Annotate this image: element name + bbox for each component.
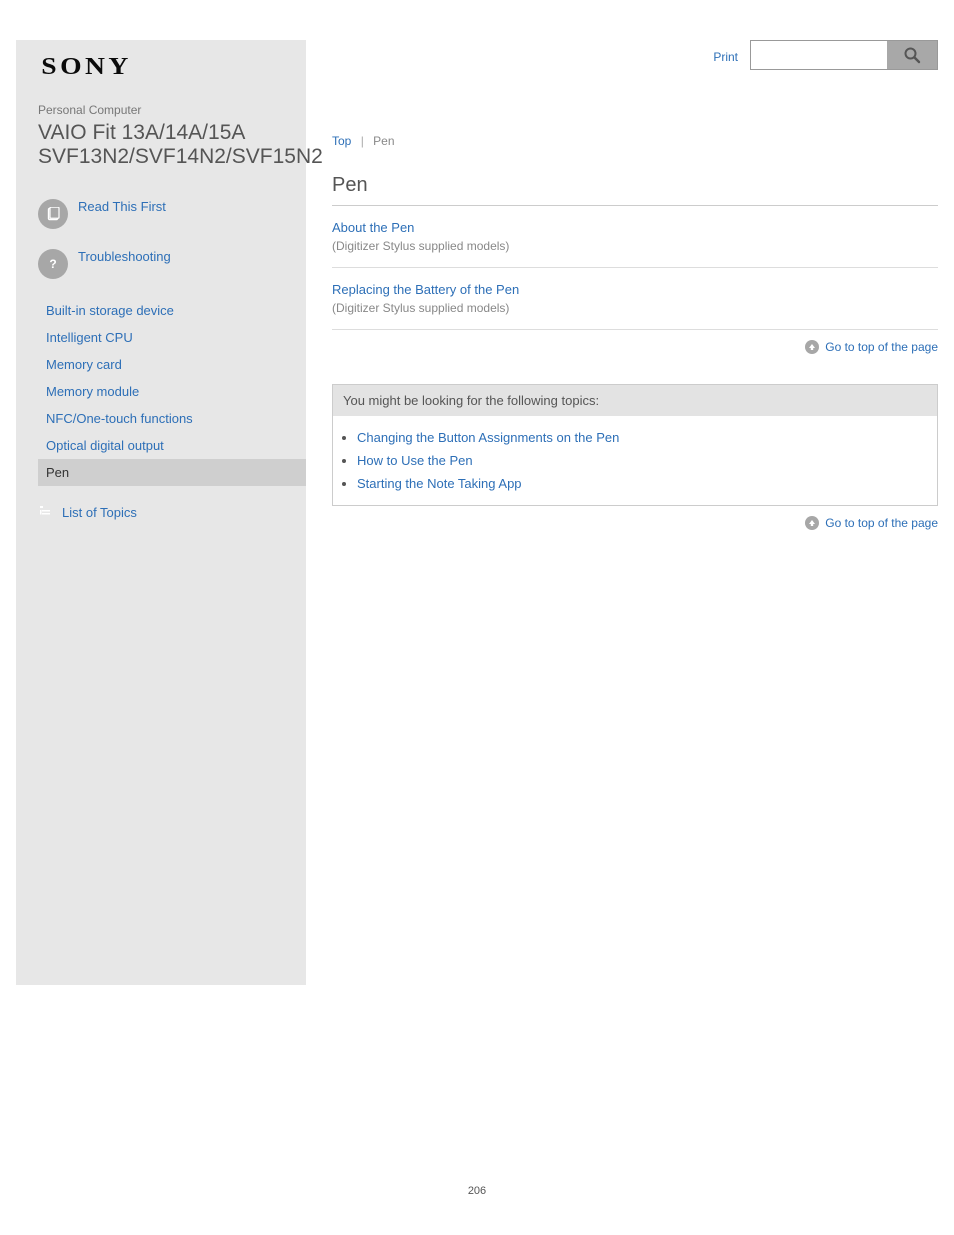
related-item: Changing the Button Assignments on the P… [357,426,913,449]
list-icon [38,504,52,521]
go-top-link[interactable]: Go to top of the page [805,516,938,530]
search-icon [903,46,921,64]
page-number: 206 [16,985,938,1227]
search-input[interactable] [751,41,887,69]
sidebar-contents[interactable]: List of Topics [16,486,306,539]
sidebar: SONY Personal Computer VAIO Fit 13A/14A/… [16,40,306,985]
sidebar-sub-item-active[interactable]: Pen [38,459,306,486]
product-category: Personal Computer [38,103,284,117]
topic-item: Replacing the Battery of the Pen (Digiti… [332,268,938,330]
go-top-link[interactable]: Go to top of the page [805,340,938,354]
go-top-row: Go to top of the page [332,330,938,358]
go-top-label: Go to top of the page [825,340,938,354]
sidebar-sub-item[interactable]: Built-in storage device [38,297,306,324]
breadcrumb-top[interactable]: Top [332,134,351,148]
print-link[interactable]: Print [713,50,738,64]
sidebar-nav: Read This First ? Troubleshooting [16,179,306,289]
breadcrumb: Top | Pen [332,134,938,148]
topbar: Print [332,40,938,78]
page-title: Pen [332,174,938,206]
product-block: Personal Computer VAIO Fit 13A/14A/15A S… [16,81,306,179]
go-top-row: Go to top of the page [332,506,938,534]
related-link[interactable]: How to Use the Pen [357,453,473,468]
product-model: VAIO Fit 13A/14A/15A SVF13N2/SVF14N2/SVF… [38,121,284,169]
related-topics-box: You might be looking for the following t… [332,384,938,506]
question-icon: ? [38,249,68,279]
topic-link[interactable]: Replacing the Battery of the Pen [332,282,519,297]
sidebar-nav-troubleshooting[interactable]: ? Troubleshooting [16,239,306,289]
go-top-label: Go to top of the page [825,516,938,530]
breadcrumb-current: Pen [373,134,394,148]
breadcrumb-separator: | [355,134,370,148]
sidebar-nav-read-first[interactable]: Read This First [16,189,306,239]
arrow-up-icon [805,516,819,530]
main-content: Print Top | Pen Pen About the Pen (Digit… [332,40,938,534]
topic-item: About the Pen (Digitizer Stylus supplied… [332,206,938,268]
related-link[interactable]: Starting the Note Taking App [357,476,522,491]
sidebar-sublist: Built-in storage device Intelligent CPU … [16,289,306,486]
arrow-up-icon [805,340,819,354]
related-heading: You might be looking for the following t… [333,385,937,416]
sidebar-sub-item[interactable]: Memory module [38,378,306,405]
sidebar-sub-item[interactable]: Intelligent CPU [38,324,306,351]
related-link[interactable]: Changing the Button Assignments on the P… [357,430,619,445]
brand-logo: SONY [16,54,350,81]
sidebar-sub-item[interactable]: Memory card [38,351,306,378]
related-list: Changing the Button Assignments on the P… [333,416,937,505]
topic-subtext: (Digitizer Stylus supplied models) [332,301,938,315]
sidebar-sub-item[interactable]: NFC/One-touch functions [38,405,306,432]
svg-text:?: ? [49,257,56,271]
related-item: How to Use the Pen [357,449,913,472]
sidebar-nav-label[interactable]: Troubleshooting [78,249,171,265]
search-button[interactable] [887,41,937,69]
sidebar-nav-label[interactable]: Read This First [78,199,166,215]
topic-link[interactable]: About the Pen [332,220,414,235]
page-icon [38,199,68,229]
topic-subtext: (Digitizer Stylus supplied models) [332,239,938,253]
search-box [750,40,938,70]
sidebar-sub-item[interactable]: Optical digital output [38,432,306,459]
related-item: Starting the Note Taking App [357,472,913,495]
sidebar-contents-label[interactable]: List of Topics [62,505,137,520]
